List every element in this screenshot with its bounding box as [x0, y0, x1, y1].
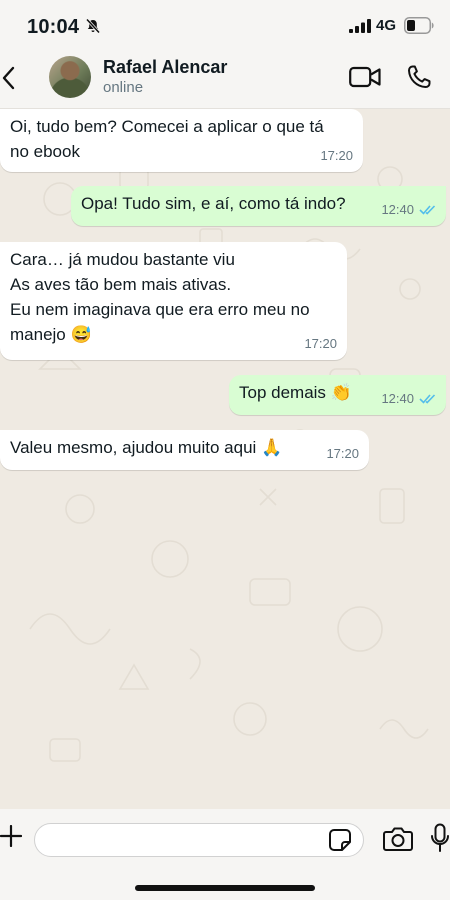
- mute-icon: [85, 18, 101, 34]
- message-text: Valeu mesmo, ajudou muito aqui 🙏: [10, 438, 283, 457]
- voice-call-icon[interactable]: [406, 64, 432, 90]
- network-label: 4G: [376, 17, 397, 34]
- avatar[interactable]: [49, 56, 91, 98]
- status-bar: 10:04 4G: [0, 0, 450, 52]
- message-text: Opa! Tudo sim, e aí, como tá indo?: [81, 194, 346, 213]
- message-bubble-outgoing[interactable]: Opa! Tudo sim, e aí, como tá indo? 12:40: [71, 186, 446, 226]
- message-time: 17:20: [304, 336, 337, 351]
- signal-icon: [349, 19, 371, 33]
- double-check-read-icon: [419, 394, 436, 404]
- message-time: 17:20: [326, 446, 359, 461]
- message-bubble-incoming[interactable]: Cara… já mudou bastante viu As aves tão …: [0, 242, 347, 360]
- message-time: 17:20: [320, 148, 353, 163]
- video-call-icon[interactable]: [349, 66, 381, 88]
- plus-icon[interactable]: [0, 825, 22, 847]
- message-time: 12:40: [381, 197, 436, 222]
- message-text: Cara… já mudou bastante viu As aves tão …: [10, 250, 310, 344]
- message-text: Top demais 👏: [239, 383, 352, 402]
- battery-icon: [404, 17, 434, 34]
- message-time: 12:40: [381, 386, 436, 411]
- message-bubble-incoming[interactable]: Valeu mesmo, ajudou muito aqui 🙏 17:20: [0, 430, 369, 470]
- sticker-icon[interactable]: [328, 828, 352, 852]
- double-check-read-icon: [419, 205, 436, 215]
- message-bubble-incoming[interactable]: Oi, tudo bem? Comecei a aplicar o que tá…: [0, 109, 363, 172]
- status-time: 10:04: [27, 16, 80, 38]
- camera-icon[interactable]: [383, 826, 413, 852]
- chat-header: Rafael Alencar online: [0, 52, 450, 109]
- contact-status: online: [103, 79, 144, 96]
- message-input[interactable]: [34, 823, 364, 857]
- home-indicator[interactable]: [135, 885, 315, 891]
- input-bar: [0, 809, 450, 869]
- message-text: Oi, tudo bem? Comecei a aplicar o que tá…: [10, 117, 324, 161]
- contact-name[interactable]: Rafael Alencar: [103, 57, 227, 78]
- bottom-safe-area: [0, 869, 450, 900]
- chat-area[interactable]: Oi, tudo bem? Comecei a aplicar o que tá…: [0, 109, 450, 809]
- message-bubble-outgoing[interactable]: Top demais 👏 12:40: [229, 375, 446, 415]
- mic-icon[interactable]: [430, 823, 450, 853]
- back-icon[interactable]: [0, 64, 18, 92]
